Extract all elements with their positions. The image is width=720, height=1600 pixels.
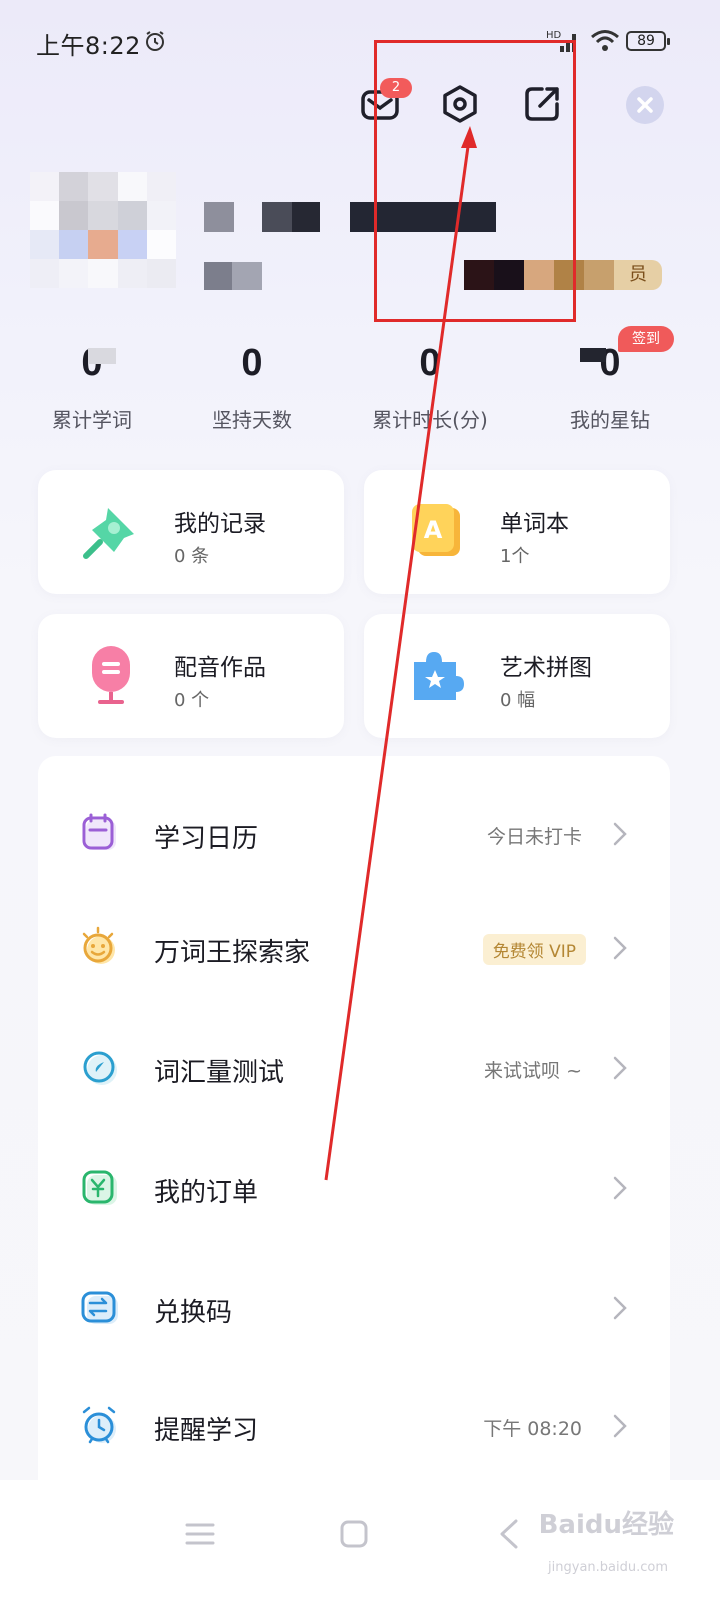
close-icon — [637, 97, 653, 113]
stat-days[interactable]: 0 坚持天数 — [182, 340, 322, 433]
yuan-order-icon — [82, 1170, 117, 1205]
card-title: 我的记录 — [174, 511, 266, 537]
pin-icon — [83, 508, 134, 559]
stat-value: 0 — [419, 342, 441, 384]
chevron-right-icon — [613, 822, 627, 846]
member-tag-text: 员 — [614, 260, 662, 290]
wifi-icon — [591, 30, 619, 51]
stat-label: 坚持天数 — [212, 408, 292, 432]
sun-face-icon — [82, 926, 115, 964]
stat-duration[interactable]: 0 累计时长(分) — [360, 340, 500, 433]
card-dubbing[interactable]: 配音作品 0 个 — [38, 614, 344, 738]
watermark-brand: Baidu经验 — [538, 1510, 674, 1540]
exchange-icon — [81, 1291, 118, 1324]
list-item-reminder[interactable]: 提醒学习 下午 08:20 — [38, 1386, 670, 1466]
menu-list: 学习日历 今日未打卡 万词王探索家 免费领 VIP 词汇量测试 来试试呗 ~ 我… — [38, 756, 670, 1516]
card-sub: 0 条 — [174, 546, 210, 567]
card-title: 艺术拼图 — [500, 655, 592, 681]
row-value: 来试试呗 ~ — [484, 1060, 582, 1082]
card-wordbook[interactable]: A 单词本 1个 — [364, 470, 670, 594]
row-value: 今日未打卡 — [486, 826, 582, 848]
close-button[interactable] — [626, 86, 664, 124]
user-id-obscured — [204, 262, 262, 290]
list-item-calendar[interactable]: 学习日历 今日未打卡 — [38, 794, 670, 874]
list-item-vocab-test[interactable]: 词汇量测试 来试试呗 ~ — [38, 1028, 670, 1108]
svg-text:A: A — [424, 516, 443, 544]
microphone-icon — [92, 646, 130, 704]
list-item-explorer[interactable]: 万词王探索家 免费领 VIP — [38, 908, 670, 988]
row-label: 提醒学习 — [154, 1416, 259, 1446]
compass-icon — [83, 1051, 117, 1085]
stat-label: 累计时长(分) — [372, 408, 488, 432]
list-item-redeem-code[interactable]: 兑换码 — [38, 1268, 670, 1348]
row-label: 我的订单 — [154, 1178, 259, 1208]
chevron-right-icon — [613, 1176, 627, 1200]
row-value: 下午 08:20 — [483, 1418, 582, 1440]
row-label: 兑换码 — [154, 1298, 233, 1328]
calendar-icon — [82, 813, 116, 850]
chevron-right-icon — [613, 1414, 627, 1438]
card-art-puzzle[interactable]: 艺术拼图 0 幅 — [364, 614, 670, 738]
row-label: 词汇量测试 — [154, 1058, 285, 1088]
card-my-records[interactable]: 我的记录 0 条 — [38, 470, 344, 594]
chevron-right-icon — [613, 936, 627, 960]
signin-badge[interactable]: 签到 — [618, 326, 674, 352]
battery-indicator: 89 — [626, 31, 670, 51]
chevron-right-icon — [613, 1056, 627, 1080]
avatar[interactable] — [30, 172, 176, 288]
home-icon[interactable] — [334, 1514, 374, 1554]
card-title: 单词本 — [500, 511, 569, 537]
vip-badge: 免费领 VIP — [482, 934, 586, 965]
chevron-right-icon — [613, 1296, 627, 1320]
list-item-orders[interactable]: 我的订单 — [38, 1148, 670, 1228]
stat-diamonds[interactable]: 0 我的星钻 — [540, 340, 680, 433]
menu-icon[interactable] — [180, 1514, 220, 1554]
alarm-clock-icon — [82, 1406, 116, 1444]
row-label: 万词王探索家 — [154, 938, 311, 968]
card-sub: 1个 — [500, 546, 530, 567]
stat-label: 我的星钻 — [570, 408, 650, 432]
row-label: 学习日历 — [154, 824, 259, 854]
status-time: 上午8:22 — [36, 32, 141, 60]
mosaic-block — [88, 348, 116, 364]
watermark-url: jingyan.baidu.com — [548, 1560, 668, 1575]
card-sub: 0 幅 — [500, 690, 536, 711]
card-sub: 0 个 — [174, 690, 210, 711]
stat-label: 累计学词 — [52, 408, 132, 432]
stat-value: 0 — [241, 342, 263, 384]
wordbook-icon: A — [412, 504, 460, 556]
back-icon[interactable] — [490, 1514, 530, 1554]
puzzle-icon — [414, 652, 464, 700]
annotation-highlight-box — [374, 40, 576, 322]
alarm-icon — [146, 31, 164, 51]
mosaic-block — [580, 348, 606, 362]
status-bar: 上午8:22 HD 89 — [0, 0, 720, 80]
card-title: 配音作品 — [174, 655, 266, 681]
